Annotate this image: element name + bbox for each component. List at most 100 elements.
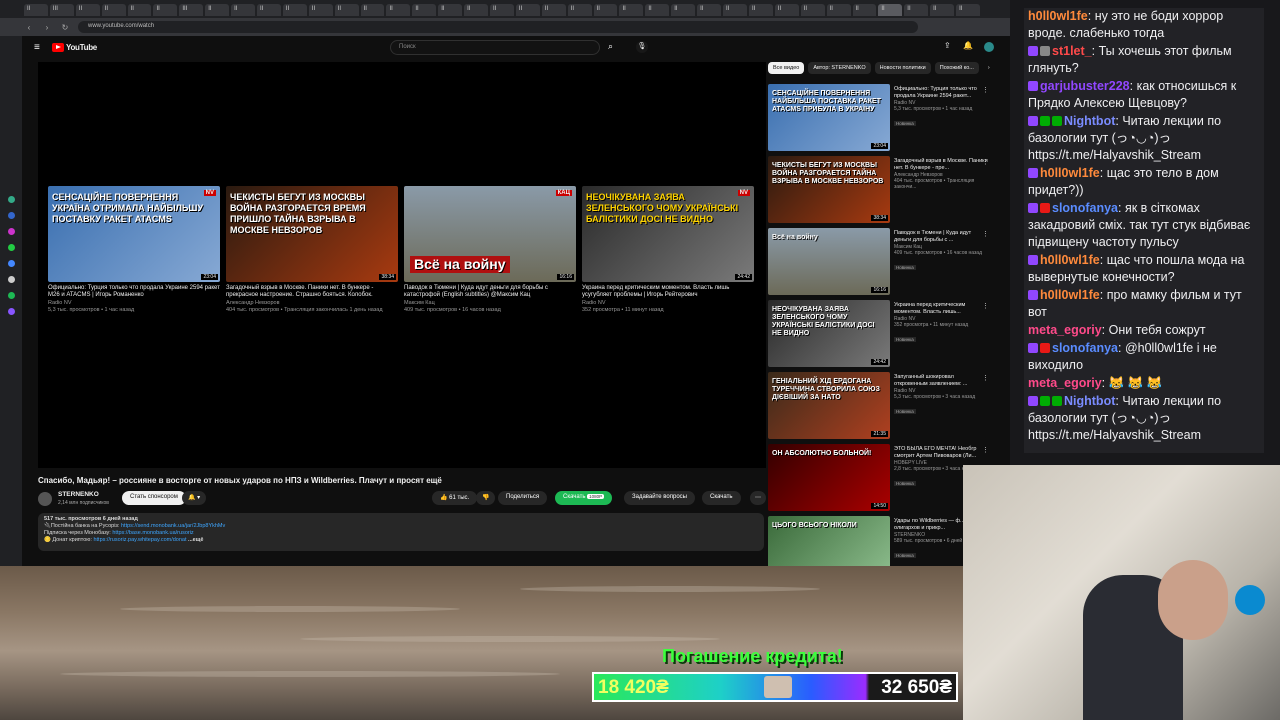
more-vert-icon[interactable]: ⋮ (982, 446, 989, 454)
extension-icon[interactable] (8, 276, 15, 283)
youtube-logo-text[interactable]: YouTube (66, 43, 97, 52)
end-card-channel[interactable]: Radio NV (48, 300, 220, 306)
browser-tab[interactable]: II (748, 4, 773, 16)
browser-tab[interactable]: II (334, 4, 359, 16)
end-card[interactable]: ЧЕКИСТЫ БЕГУТ ИЗ МОСКВЫ ВОЙНА РАЗГОРАЕТС… (226, 186, 398, 313)
recommendation-info[interactable]: Официально: Турция только что продала Ук… (894, 86, 988, 130)
browser-tab[interactable]: II (593, 4, 618, 16)
chevron-right-icon[interactable]: › (983, 62, 995, 74)
recommendation-item[interactable]: Всё на войну 16:16 Паводок в Тюмени | Ку… (768, 228, 993, 296)
browser-tab[interactable]: II (878, 4, 903, 16)
channel-name[interactable]: STERNENKO (58, 491, 99, 498)
quality-badge[interactable]: 1080P (587, 494, 605, 499)
chat-username[interactable]: garjubuster228 (1040, 79, 1130, 93)
like-button[interactable]: 👍 61 тыс. (432, 491, 478, 505)
browser-tab[interactable]: II (645, 4, 670, 16)
forward-icon[interactable]: › (42, 23, 52, 32)
more-vert-icon[interactable]: ⋮ (982, 374, 989, 382)
browser-tab[interactable]: II (360, 4, 385, 16)
donation-link[interactable]: https://send.monobank.ua/jar/2Jbp8YkhMv (121, 523, 225, 529)
back-icon[interactable]: ‹ (24, 23, 34, 32)
browser-tab[interactable]: II (24, 4, 48, 16)
end-card-thumbnail[interactable]: СЕНСАЦІЙНЕ ПОВЕРНЕННЯ УКРАЇНА ОТРИМАЛА Н… (48, 186, 220, 282)
chip-all-videos[interactable]: Все видео (768, 62, 805, 74)
recommendation-title[interactable]: Загадочный взрыв в Москве. Паники нет. В… (894, 158, 988, 172)
chat-username[interactable]: Nightbot (1064, 394, 1115, 408)
chat-username[interactable]: h0ll0wl1fe (1040, 253, 1100, 267)
browser-tab[interactable]: II (412, 4, 437, 16)
video-player[interactable]: СЕНСАЦІЙНЕ ПОВЕРНЕННЯ УКРАЇНА ОТРИМАЛА Н… (38, 62, 766, 468)
video-description[interactable]: 517 тыс. просмотров 6 дней назад 🔌Постій… (38, 513, 764, 551)
recommendation-thumbnail[interactable]: НЕОЧІКУВАНА ЗАЯВА ЗЕЛЕНСЬКОГО ЧОМУ УКРАЇ… (768, 300, 890, 367)
browser-tab[interactable]: II (852, 4, 877, 16)
browser-tab[interactable]: II (490, 4, 514, 16)
end-card-title[interactable]: Украина перед критическим моментом. Влас… (582, 285, 754, 299)
more-vert-icon[interactable]: ⋮ (982, 302, 989, 310)
recommendation-thumbnail[interactable]: Всё на войну 16:16 (768, 228, 890, 295)
menu-icon[interactable]: ≡ (34, 42, 40, 53)
end-card-title[interactable]: Паводок в Тюмени | Куда идут деньги для … (404, 285, 576, 299)
browser-tab[interactable]: II (153, 4, 178, 16)
chip-similar[interactable]: Похожий ко... (934, 62, 979, 74)
end-card-thumbnail[interactable]: НЕОЧІКУВАНА ЗАЯВА ЗЕЛЕНСЬКОГО ЧОМУ УКРАЇ… (582, 186, 754, 282)
dislike-button[interactable]: 👎 (476, 491, 496, 505)
recommendation-info[interactable]: Загадочный взрыв в Москве. Паники нет. В… (894, 158, 988, 190)
recommendation-title[interactable]: Официально: Турция только что продала Ук… (894, 86, 988, 100)
browser-tab[interactable]: II (904, 4, 929, 16)
browser-tab[interactable]: II (930, 4, 955, 16)
subscribed-bell-button[interactable]: 🔔 ▾ (182, 491, 207, 505)
end-card-title[interactable]: Загадочный взрыв в Москве. Паники нет. В… (226, 285, 398, 299)
recommendation-title[interactable]: Запуганный шокировал откровенным заявлен… (894, 374, 988, 388)
extension-icon[interactable] (8, 212, 15, 219)
recommendation-item[interactable]: ЧЕКИСТЫ БЕГУТ ИЗ МОСКВЫ ВОЙНА РАЗГОРАЕТС… (768, 156, 993, 224)
recommendation-item[interactable]: СЕНСАЦІЙНЕ ПОВЕРНЕННЯ НАЙБІЛЬША ПОСТАВКА… (768, 84, 993, 152)
browser-tab[interactable]: II (800, 4, 825, 16)
chat-username[interactable]: st1let_ (1052, 44, 1092, 58)
browser-tab[interactable]: II (101, 4, 126, 16)
address-bar[interactable]: www.youtube.com/watch (78, 21, 918, 33)
chat-username[interactable]: h0ll0wl1fe (1028, 9, 1088, 23)
chat-username[interactable]: h0ll0wl1fe (1040, 288, 1100, 302)
browser-tab[interactable]: II (75, 4, 100, 16)
browser-tab[interactable]: II (774, 4, 799, 16)
show-more-button[interactable]: ...ещё (188, 537, 203, 543)
more-vert-icon[interactable]: ⋮ (982, 230, 989, 238)
ask-questions-button[interactable]: Задавайте вопросы (624, 491, 695, 505)
chat-username[interactable]: Nightbot (1064, 114, 1115, 128)
browser-tab[interactable]: II (127, 4, 152, 16)
reload-icon[interactable]: ↻ (60, 23, 70, 32)
recommendation-info[interactable]: Запуганный шокировал откровенным заявлен… (894, 374, 988, 418)
browser-tab[interactable]: II (826, 4, 851, 16)
recommendation-item[interactable]: ГЕНІАЛЬНИЙ ХІД ЕРДОГАНА ТУРЕЧЧИНА СТВОРИ… (768, 372, 993, 440)
chat-username[interactable]: slonofanya (1052, 341, 1118, 355)
search-icon[interactable]: ⌕ (608, 41, 613, 52)
chat-username[interactable]: slonofanya (1052, 201, 1118, 215)
recommendation-item[interactable]: НЕОЧІКУВАНА ЗАЯВА ЗЕЛЕНСЬКОГО ЧОМУ УКРАЇ… (768, 300, 993, 368)
recommendation-title[interactable]: ЭТО БЫЛА ЕГО МЕЧТА! Необгр смотрит Артем… (894, 446, 988, 460)
recommendation-thumbnail[interactable]: ГЕНІАЛЬНИЙ ХІД ЕРДОГАНА ТУРЕЧЧИНА СТВОРИ… (768, 372, 890, 439)
youtube-logo-icon[interactable] (52, 43, 64, 52)
chat-username[interactable]: h0ll0wl1fe (1040, 166, 1100, 180)
extension-icon[interactable] (8, 196, 15, 203)
browser-tab[interactable]: II (464, 4, 489, 16)
browser-tab[interactable]: II (567, 4, 592, 16)
browser-tab[interactable]: III (49, 4, 74, 16)
browser-tab[interactable]: II (438, 4, 463, 16)
search-input[interactable]: Поиск (390, 40, 600, 55)
chip-politics-news[interactable]: Новости политики (874, 62, 931, 74)
mic-icon[interactable]: 🎙 (636, 41, 648, 53)
chat-username[interactable]: meta_egoriy (1028, 323, 1102, 337)
recommendation-thumbnail[interactable]: ЧЕКИСТЫ БЕГУТ ИЗ МОСКВЫ ВОЙНА РАЗГОРАЕТС… (768, 156, 890, 223)
end-card-thumbnail[interactable]: ЧЕКИСТЫ БЕГУТ ИЗ МОСКВЫ ВОЙНА РАЗГОРАЕТС… (226, 186, 398, 282)
crypto-link[interactable]: https://rusoriz.pay.whitepay.com/donat (93, 537, 186, 543)
browser-tab[interactable]: II (515, 4, 540, 16)
end-card-thumbnail[interactable]: Всё на войну КАЦ 16:16 (404, 186, 576, 282)
chip-author[interactable]: Автор: STERNENKO (808, 62, 871, 74)
notifications-icon[interactable]: 🔔 (963, 41, 973, 50)
browser-tab[interactable]: II (619, 4, 644, 16)
browser-tab[interactable]: II (308, 4, 333, 16)
recommendation-thumbnail[interactable]: СЕНСАЦІЙНЕ ПОВЕРНЕННЯ НАЙБІЛЬША ПОСТАВКА… (768, 84, 890, 151)
more-vert-icon[interactable]: ⋮ (982, 86, 989, 94)
end-card[interactable]: СЕНСАЦІЙНЕ ПОВЕРНЕННЯ УКРАЇНА ОТРИМАЛА Н… (48, 186, 220, 313)
recommendation-title[interactable]: Паводок в Тюмени | Куда идут деньги для … (894, 230, 988, 244)
